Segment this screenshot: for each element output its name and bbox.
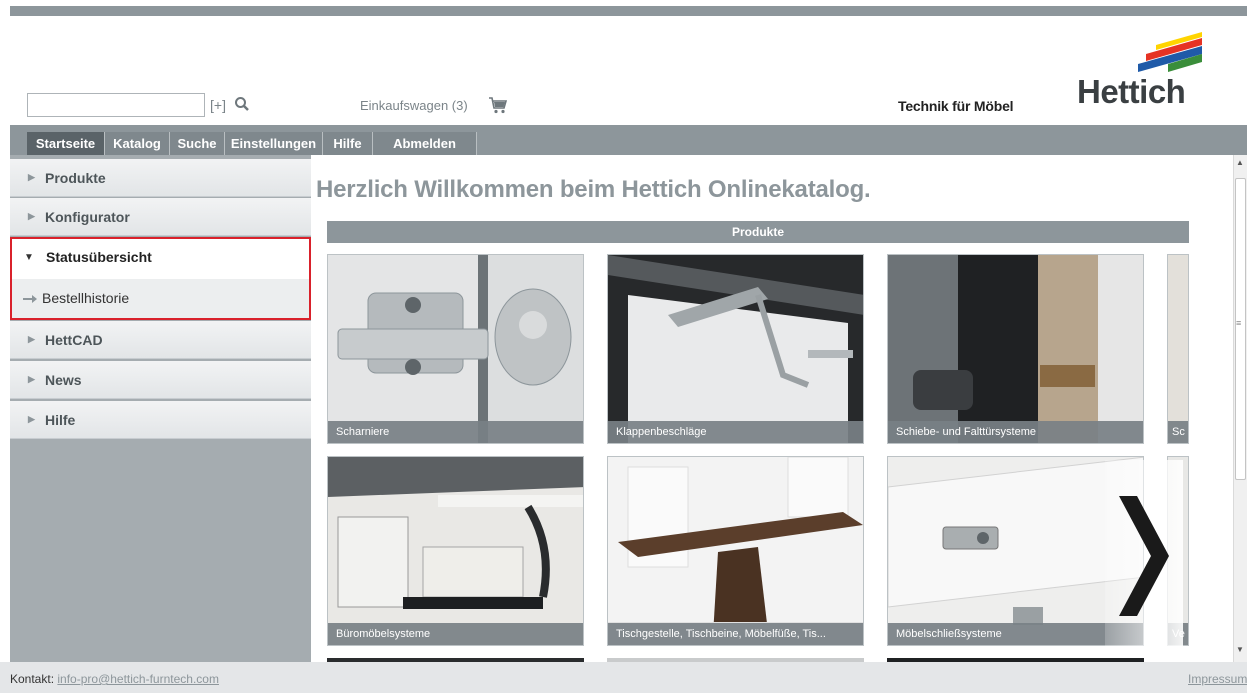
sidebar-subitem-bestellhistorie[interactable]: Bestellhistorie xyxy=(12,279,309,318)
top-strip xyxy=(10,6,1247,16)
tab-hilfe[interactable]: Hilfe xyxy=(323,132,373,155)
sidebar-item-statusuebersicht-header[interactable]: ▼ Statusübersicht xyxy=(12,239,309,279)
chevron-right-icon: ▶ xyxy=(28,172,35,182)
sidebar-subitem-label: Bestellhistorie xyxy=(42,290,130,306)
sidebar-item-label: HettCAD xyxy=(45,332,103,348)
table-frame-image xyxy=(608,457,863,645)
logo-wordmark: Hettich xyxy=(1077,73,1186,110)
sidebar-item-label: Statusübersicht xyxy=(46,249,152,265)
tile-caption: Schiebe- und Falttürsysteme xyxy=(888,421,1143,443)
footer-contact-label: Kontakt: xyxy=(10,672,55,686)
sidebar-item-label: News xyxy=(45,372,82,388)
sliding-door-image xyxy=(888,255,1143,443)
scrollbar-thumb[interactable] xyxy=(1235,178,1246,480)
tab-katalog[interactable]: Katalog xyxy=(105,132,170,155)
search-icon[interactable] xyxy=(234,96,250,112)
page: [+] Einkaufswagen (3) Technik für Möbel … xyxy=(0,0,1247,693)
cart-link[interactable]: Einkaufswagen (3) xyxy=(360,98,468,113)
footer-contact: Kontakt: info-pro@hettich-furntech.com xyxy=(10,672,219,686)
sidebar-item-hilfe[interactable]: ▶ Hilfe xyxy=(10,401,311,439)
tile-caption: Scharniere xyxy=(328,421,583,443)
sidebar-item-label: Hilfe xyxy=(45,412,76,428)
chevron-right-icon: ▶ xyxy=(28,334,35,344)
sidebar-item-hettcad[interactable]: ▶ HettCAD xyxy=(10,321,311,359)
chevron-right-icon: ▶ xyxy=(28,414,35,424)
product-tile-tischgestelle[interactable]: Tischgestelle, Tischbeine, Möbelfüße, Ti… xyxy=(607,456,864,646)
product-tile-bueromoebel[interactable]: Büromöbelsysteme xyxy=(327,456,584,646)
chevron-right-icon: ▶ xyxy=(28,211,35,221)
product-tile-klappenbeschlaege[interactable]: Klappenbeschläge xyxy=(607,254,864,444)
tab-suche[interactable]: Suche xyxy=(170,132,225,155)
product-tile-scharniere[interactable]: Scharniere xyxy=(327,254,584,444)
arrow-right-icon xyxy=(23,295,37,303)
sidebar-item-label: Konfigurator xyxy=(45,209,130,225)
search-input-wrap[interactable] xyxy=(27,93,205,117)
section-header-produkte: Produkte xyxy=(327,221,1189,243)
office-furniture-image xyxy=(328,457,583,645)
tile-caption: Klappenbeschläge xyxy=(608,421,863,443)
carousel-next-button[interactable] xyxy=(1105,460,1183,650)
sidebar-item-news[interactable]: ▶ News xyxy=(10,361,311,399)
sidebar-item-label: Produkte xyxy=(45,170,106,186)
tab-einstellungen[interactable]: Einstellungen xyxy=(225,132,323,155)
tile-caption: Tischgestelle, Tischbeine, Möbelfüße, Ti… xyxy=(608,623,863,645)
footer: Kontakt: info-pro@hettich-furntech.com I… xyxy=(0,662,1247,693)
sidebar-item-statusuebersicht: ▼ Statusübersicht Bestellhistorie xyxy=(10,237,311,320)
chevron-right-icon: ▶ xyxy=(28,374,35,384)
sidebar-item-produkte[interactable]: ▶ Produkte xyxy=(10,159,311,197)
lift-fitting-image xyxy=(608,255,863,443)
cart-icon[interactable] xyxy=(488,96,508,114)
hinge-image xyxy=(328,255,583,443)
advanced-search-link[interactable]: [+] xyxy=(210,97,226,113)
scroll-down-icon[interactable]: ▼ xyxy=(1236,645,1244,654)
tile-caption: Büromöbelsysteme xyxy=(328,623,583,645)
scroll-grip-icon: ≡ xyxy=(1236,318,1242,328)
tagline: Technik für Möbel xyxy=(898,98,1014,114)
search-input[interactable] xyxy=(28,94,204,116)
tab-startseite[interactable]: Startseite xyxy=(27,132,105,155)
scroll-up-icon[interactable]: ▲ xyxy=(1236,158,1244,167)
chevron-right-icon xyxy=(1119,496,1169,616)
tab-abmelden[interactable]: Abmelden xyxy=(373,132,477,155)
chevron-down-icon: ▼ xyxy=(24,252,34,263)
impressum-link[interactable]: Impressum xyxy=(1188,672,1247,686)
tile-caption: Sc xyxy=(1168,421,1188,443)
sidebar-item-konfigurator[interactable]: ▶ Konfigurator xyxy=(10,198,311,236)
product-tile-partial-1[interactable]: Sc xyxy=(1167,254,1189,444)
page-title: Herzlich Willkommen beim Hettich Onlinek… xyxy=(316,176,871,203)
footer-email-link[interactable]: info-pro@hettich-furntech.com xyxy=(57,672,219,686)
product-tile-schiebetueren[interactable]: Schiebe- und Falttürsysteme xyxy=(887,254,1144,444)
